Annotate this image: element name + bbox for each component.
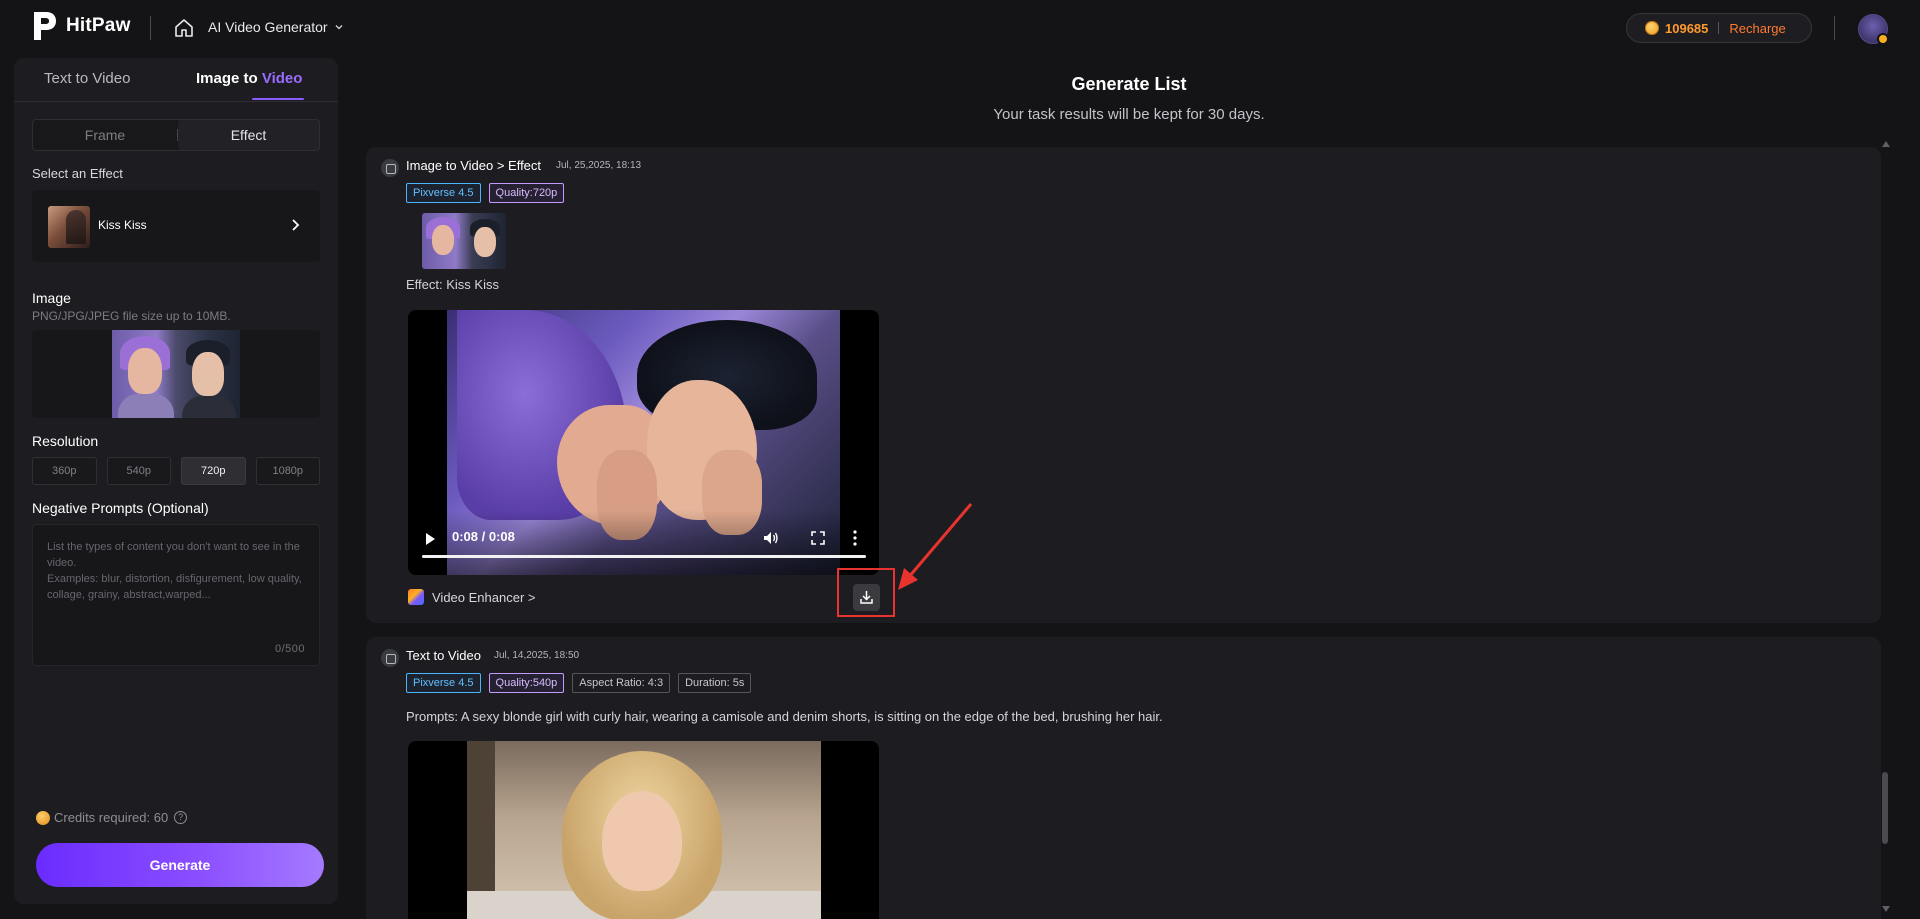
quality-tag: Quality:720p [488,183,565,203]
mode-effect-button[interactable]: Effect [178,120,319,150]
resolution-540p[interactable]: 540p [106,457,171,485]
effect-text: Effect: Kiss Kiss [406,277,499,292]
effect-selector[interactable]: Kiss Kiss [32,190,320,262]
vip-badge-icon [1877,33,1889,45]
tab-active-indicator [252,98,304,100]
video-enhancer-link[interactable]: Video Enhancer > [408,589,535,605]
play-icon[interactable] [426,533,435,545]
coin-icon [1645,21,1659,35]
scroll-up-icon[interactable] [1882,141,1890,147]
home-icon[interactable] [174,18,194,38]
preview-figure-1-body [118,394,174,418]
resolution-label: Resolution [32,433,99,449]
mode-frame-button[interactable]: Frame [33,120,177,150]
resolution-options: 360p 540p 720p 1080p [32,457,320,485]
resolution-720p[interactable]: 720p [181,457,246,485]
resolution-360p[interactable]: 360p [32,457,97,485]
video-progress-bar[interactable] [422,555,866,558]
negative-prompts-label: Negative Prompts (Optional) [32,500,209,516]
resolution-1080p[interactable]: 1080p [255,457,320,485]
model-tag: Pixverse 4.5 [406,673,481,693]
left-panel: Text to Video Image to Video Frame Effec… [14,58,338,904]
header-divider [150,16,151,40]
more-options-icon[interactable] [853,530,857,546]
video-player[interactable]: 0:08 / 0:08 [408,310,879,575]
image-to-video-task-icon [381,159,399,177]
quality-tag: Quality:540p [488,673,565,693]
brand-name: HitPaw [66,15,131,36]
model-tag: Pixverse 4.5 [406,183,481,203]
pill-divider [1718,22,1720,34]
credits-pill[interactable]: 109685 Recharge [1626,13,1812,43]
video-progress-fill [422,555,866,558]
task-date: Jul, 14,2025, 18:50 [494,650,580,661]
help-icon[interactable]: ? [174,811,188,824]
preview-figure-2-face [192,352,224,396]
video-enhancer-label: Video Enhancer > [432,589,536,605]
frame-face [602,791,682,891]
coin-icon [36,810,50,825]
duration-tag: Duration: 5s [678,673,752,693]
prompt-text: Prompts: A sexy blonde girl with curly h… [406,709,1163,724]
uploaded-image-preview [112,330,240,418]
download-button[interactable] [853,584,880,611]
breadcrumb-label: AI Video Generator [208,19,328,35]
select-effect-label: Select an Effect [32,166,123,181]
chevron-right-icon [292,219,300,231]
user-avatar[interactable] [1858,14,1889,45]
page-subtitle: Your task results will be kept for 30 da… [993,106,1265,123]
video-time: 0:08 / 0:08 [452,529,515,544]
generate-button[interactable]: Generate [36,843,324,887]
frame-effect-switch: Frame Effect [32,119,320,151]
task-card: Image to Video > Effect Jul, 25,2025, 18… [366,147,1881,623]
task-tags: Pixverse 4.5 Quality:720p [406,183,565,203]
top-bar: HitPaw AI Video Generator 109685 Recharg… [0,0,1920,56]
chevron-down-icon [335,25,343,30]
task-card: Text to Video Jul, 14,2025, 18:50 Pixver… [366,637,1881,919]
volume-icon[interactable] [763,530,779,546]
image-upload-area[interactable] [32,330,320,418]
page-title: Generate List [1071,74,1187,94]
credits-balance: 109685 [1665,20,1709,36]
negative-prompts-input[interactable]: List the types of content you don't want… [32,524,320,666]
scroll-down-icon[interactable] [1882,906,1890,912]
task-title: Image to Video > Effect [406,158,542,173]
negative-prompts-placeholder: List the types of content you don't want… [47,541,302,601]
character-counter: 0/500 [274,643,305,655]
preview-figure-1-face [128,348,162,394]
image-label: Image [32,290,71,306]
credits-required-text: Credits required: 60 [54,810,169,825]
task-date: Jul, 25,2025, 18:13 [556,160,642,171]
breadcrumb-ai-video-generator[interactable]: AI Video Generator [208,19,344,35]
fullscreen-icon[interactable] [811,531,825,545]
effect-thumbnail [48,206,90,248]
preview-figure-2-body [182,396,236,418]
text-to-video-task-icon [381,649,399,667]
video-enhancer-icon [408,589,424,605]
task-title: Text to Video [406,648,481,663]
recharge-link[interactable]: Recharge [1729,21,1785,36]
header-divider-right [1834,16,1835,40]
thumb-figure-1-face [432,225,454,255]
video-player[interactable] [408,741,879,919]
aspect-ratio-tag: Aspect Ratio: 4:3 [572,673,671,693]
download-icon [860,591,873,604]
effect-name: Kiss Kiss [98,218,147,232]
source-image-thumbnail[interactable] [422,213,506,269]
brand-logo[interactable]: HitPaw [32,10,131,42]
image-hint: PNG/JPG/JPEG file size up to 10MB. [32,309,231,323]
thumb-figure-2-face [474,227,496,257]
hitpaw-logo-icon [34,12,56,40]
video-frame [467,741,821,919]
task-tags: Pixverse 4.5 Quality:540p Aspect Ratio: … [406,673,752,693]
scrollbar-thumb[interactable] [1882,772,1888,844]
credits-required: Credits required: 60 ? [36,810,188,825]
